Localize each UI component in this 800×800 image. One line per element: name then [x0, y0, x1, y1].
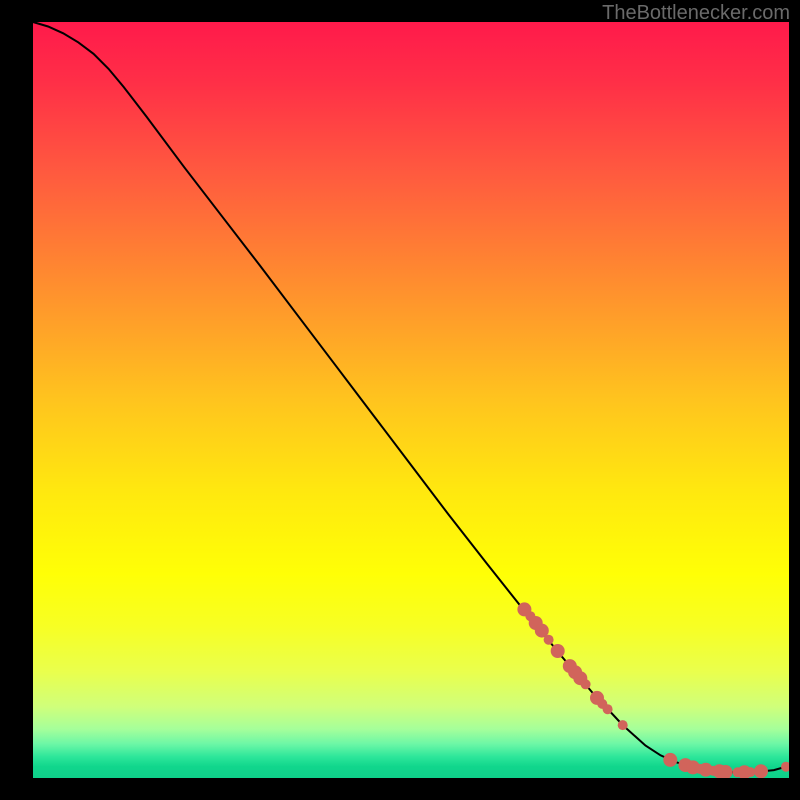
marker-point	[663, 753, 677, 767]
marker-point	[544, 635, 554, 645]
marker-point	[618, 720, 628, 730]
marker-point	[745, 767, 755, 777]
marker-point	[581, 679, 591, 689]
watermark-text: TheBottlenecker.com	[602, 2, 790, 25]
marker-point	[603, 704, 613, 714]
marker-point	[551, 644, 565, 658]
chart-container: TheBottlenecker.com	[0, 0, 800, 800]
marker-point	[754, 764, 768, 778]
marker-point	[719, 765, 733, 779]
chart-svg	[0, 0, 800, 800]
plot-background	[33, 22, 789, 778]
